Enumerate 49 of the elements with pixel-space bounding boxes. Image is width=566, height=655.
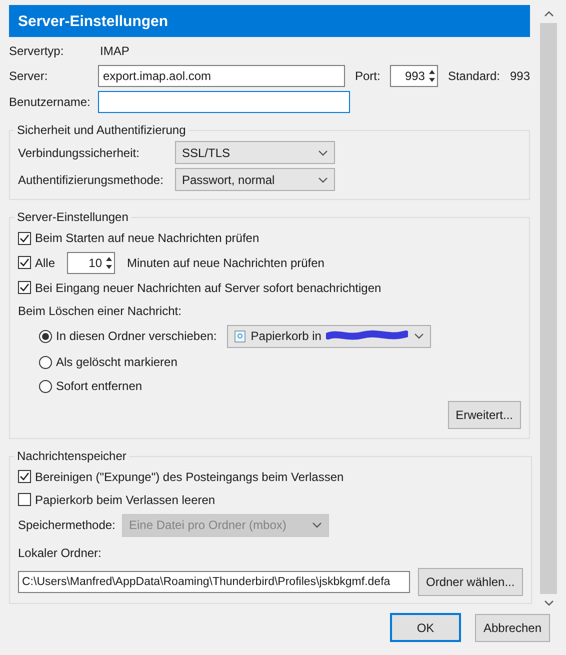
choose-folder-button[interactable]: Ordner wählen...: [418, 568, 523, 596]
server-type: IMAP: [100, 44, 130, 58]
group-title: Nachrichtenspeicher: [16, 449, 128, 463]
checkbox[interactable]: [18, 281, 31, 294]
checkbox[interactable]: [18, 493, 31, 506]
server-field[interactable]: export.imap.aol.com: [98, 65, 345, 87]
chevron-icon: [312, 522, 322, 528]
radio-label: In diesen Ordner verschieben:: [56, 329, 217, 343]
dropdown[interactable]: SSL/TLS: [175, 141, 335, 164]
dialog-button[interactable]: OK: [390, 613, 461, 642]
radio-label: Sofort entfernen: [56, 379, 142, 393]
default-port: 993: [510, 69, 530, 83]
checkbox-label: Alle: [35, 256, 56, 270]
group-title: Server-Einstellungen: [16, 210, 130, 224]
checkbox[interactable]: [18, 256, 31, 269]
checkbox-label: Beim Starten auf neue Nachrichten prüfen: [35, 231, 260, 245]
field-label: Port:: [354, 69, 382, 83]
field-label: Lokaler Ordner:: [18, 546, 102, 560]
radio-button[interactable]: [39, 330, 52, 342]
interval-label: Minuten auf neue Nachrichten prüfen: [127, 256, 324, 270]
port-field[interactable]: 993: [390, 65, 438, 87]
field-label: Servertyp:: [9, 44, 65, 58]
advanced-button[interactable]: Erweitert...: [448, 401, 521, 429]
folder-path-field[interactable]: C:\Users\Manfred\AppData\Roaming\Thunderbird\Profiles\jskbkgmf.defa: [18, 571, 410, 593]
chevron-icon: [318, 150, 328, 156]
username-field[interactable]: [98, 91, 350, 113]
chevron-icon: [318, 176, 328, 182]
field-label: Standard:: [448, 69, 502, 83]
checkbox[interactable]: [18, 232, 31, 244]
interval-field[interactable]: 10: [67, 252, 116, 274]
radio-label: Als gelöscht markieren: [56, 355, 178, 369]
field-label: Speichermethode:: [18, 518, 116, 532]
field-label: Server:: [9, 69, 49, 83]
section-label: Beim Löschen einer Nachricht:: [18, 304, 182, 318]
radio-button[interactable]: [39, 356, 52, 368]
dialog-button[interactable]: Abbrechen: [475, 614, 550, 642]
checkbox-label: Papierkorb beim Verlassen leeren: [35, 492, 216, 506]
group-title: Sicherheit und Authentifizierung: [16, 123, 187, 137]
dropdown[interactable]: Passwort, normal: [175, 168, 335, 191]
field-label: Verbindungssicherheit:: [18, 146, 140, 160]
field-label: Benutzername:: [9, 95, 92, 109]
chevron-icon: [414, 333, 424, 339]
radio-button[interactable]: [39, 380, 52, 392]
field-label: Authentifizierungsmethode:: [18, 172, 164, 186]
checkbox[interactable]: [18, 470, 31, 483]
folder-dropdown[interactable]: Papierkorb in: [226, 324, 431, 348]
checkbox-label: Bei Eingang neuer Nachrichten auf Server sofort benachrichtigen: [35, 280, 382, 294]
checkbox-label: Bereinigen ("Expunge") des Posteingangs beim Verlassen: [35, 470, 344, 484]
dialog-title: Server-Einstellungen: [9, 5, 530, 37]
